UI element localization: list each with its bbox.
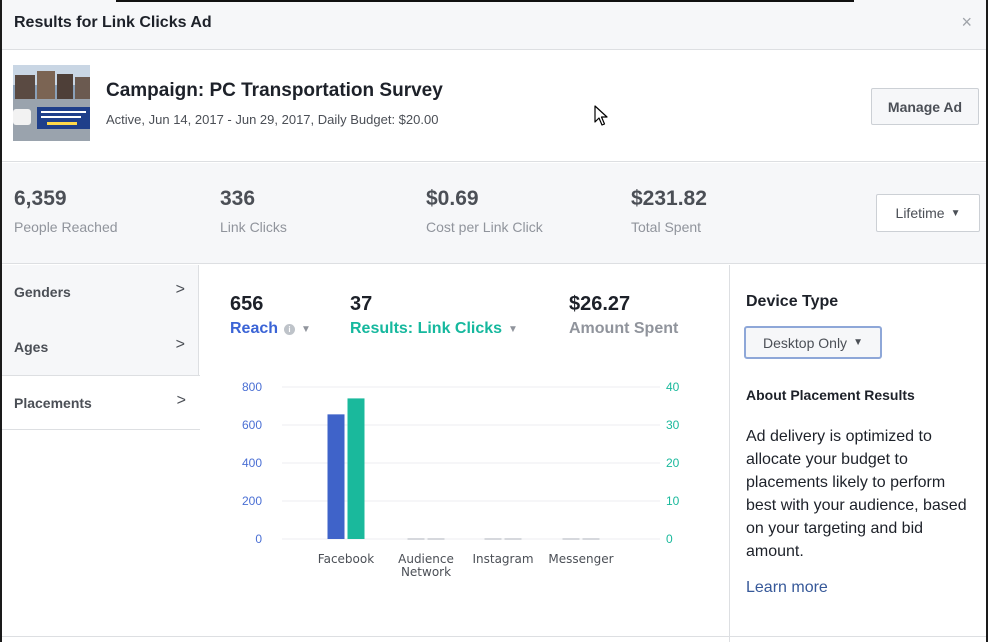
y-left-tick-label: 600	[242, 418, 262, 432]
x-tick-label: Audience	[398, 552, 454, 566]
caret-down-icon: ▼	[508, 323, 518, 335]
stats-bar: 6,359 People Reached 336 Link Clicks $0.…	[2, 163, 986, 264]
mouse-cursor-icon	[594, 105, 608, 132]
dialog: Results for Link Clicks Ad × Campaign: P…	[0, 0, 988, 642]
nav-blank-area	[2, 430, 199, 642]
stat-value: 336	[220, 187, 256, 210]
x-tick-label: Messenger	[548, 552, 613, 566]
period-label: Lifetime	[895, 205, 945, 221]
y-left-tick-label: 800	[242, 380, 262, 394]
top-edge	[116, 0, 854, 2]
device-type-title: Device Type	[746, 293, 839, 310]
about-title: About Placement Results	[746, 387, 915, 403]
chevron-right-icon: >	[175, 336, 185, 353]
placement-bar-chart: 0 200 400 600 800 0 10 20 30 40 Facebook AudienceNe…	[242, 380, 680, 579]
nav-item-genders[interactable]: Genders >	[2, 265, 199, 320]
close-icon[interactable]: ×	[961, 12, 972, 33]
learn-more-link[interactable]: Learn more	[746, 579, 828, 597]
metric-reach: 656 Reach i ▼	[230, 293, 311, 338]
y-left-tick-label: 0	[255, 532, 262, 546]
nav-item-placements[interactable]: Placements >	[2, 375, 200, 430]
ad-thumbnail	[13, 65, 90, 141]
x-tick-label: Network	[401, 565, 451, 579]
campaign-status: Active, Jun 14, 2017 - Jun 29, 2017, Dai…	[106, 112, 439, 127]
metric-label: Results: Link Clicks	[350, 320, 503, 337]
stat-people-reached: 6,359 People Reached	[14, 187, 118, 235]
metric-value: 656	[230, 293, 264, 315]
placement-chart-panel: 656 Reach i ▼ 37 Results: Link Clicks ▼ …	[200, 265, 728, 642]
caret-down-icon: ▼	[853, 337, 863, 348]
stat-value: $0.69	[426, 187, 479, 210]
y-right-tick-label: 40	[666, 380, 680, 394]
info-icon[interactable]: i	[284, 323, 296, 335]
dialog-header: Results for Link Clicks Ad ×	[2, 0, 986, 50]
about-body: Ad delivery is optimized to allocate you…	[746, 428, 967, 560]
nav-item-ages[interactable]: Ages >	[2, 320, 199, 375]
stat-total-spent: $231.82 Total Spent	[631, 187, 707, 235]
divider	[2, 636, 986, 637]
breakdown-nav: Genders > Ages > Placements >	[2, 265, 200, 642]
nav-item-label: Genders	[14, 284, 71, 300]
caret-down-icon: ▼	[950, 207, 961, 219]
chevron-right-icon: >	[176, 392, 186, 409]
results-dropdown[interactable]: Results: Link Clicks ▼	[350, 320, 518, 338]
metric-results: 37 Results: Link Clicks ▼	[350, 293, 518, 338]
manage-ad-button[interactable]: Manage Ad	[871, 88, 979, 125]
nav-item-label: Placements	[14, 395, 92, 411]
x-tick-label: Facebook	[318, 552, 374, 566]
period-dropdown[interactable]: Lifetime ▼	[876, 194, 980, 232]
stat-label: Link Clicks	[220, 219, 287, 235]
stat-label: Total Spent	[631, 219, 702, 235]
device-type-dropdown[interactable]: Desktop Only ▼	[744, 326, 882, 359]
chevron-right-icon: >	[175, 281, 185, 298]
stat-cost-per-click: $0.69 Cost per Link Click	[426, 187, 543, 235]
campaign-summary: Campaign: PC Transportation Survey Activ…	[2, 51, 986, 162]
metric-label: Reach	[230, 320, 279, 337]
stat-value: 6,359	[14, 187, 67, 210]
metric-value: $26.27	[569, 293, 631, 315]
stat-label: People Reached	[14, 219, 118, 235]
reach-dropdown[interactable]: Reach i ▼	[230, 320, 311, 338]
dialog-title: Results for Link Clicks Ad	[14, 14, 212, 31]
y-left-tick-label: 200	[242, 494, 262, 508]
stat-label: Cost per Link Click	[426, 219, 543, 235]
campaign-name: Campaign: PC Transportation Survey	[106, 80, 443, 101]
y-right-tick-label: 20	[666, 456, 680, 470]
metric-amount-spent: $26.27 Amount Spent	[569, 293, 678, 338]
y-right-tick-label: 10	[666, 494, 680, 508]
stat-link-clicks: 336 Link Clicks	[220, 187, 287, 235]
y-right-tick-label: 0	[666, 532, 673, 546]
bar	[327, 414, 345, 539]
y-left-tick-label: 400	[242, 456, 262, 470]
metric-value: 37	[350, 293, 373, 315]
device-panel: Device Type Desktop Only ▼ About Placeme…	[729, 265, 986, 642]
device-selected: Desktop Only	[763, 334, 848, 351]
stat-value: $231.82	[631, 187, 707, 210]
nav-item-label: Ages	[14, 339, 49, 355]
metric-label: Amount Spent	[569, 320, 679, 337]
y-right-tick-label: 30	[666, 418, 680, 432]
bar	[347, 398, 365, 539]
caret-down-icon: ▼	[301, 323, 311, 335]
x-tick-label: Instagram	[472, 552, 533, 566]
